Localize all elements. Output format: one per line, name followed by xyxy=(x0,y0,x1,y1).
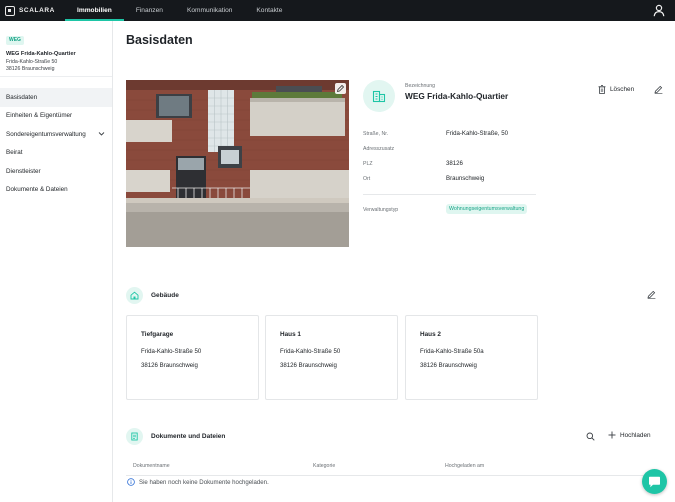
sidebar-item-sondereigentumsverwaltung[interactable]: Sondereigentumsverwaltung xyxy=(0,125,112,144)
building-city: 38126 Braunschweig xyxy=(141,362,198,369)
property-header: WEG WEG Frida-Kahlo-Quartier Frida-Kahlo… xyxy=(0,21,112,77)
building-card-haus-1[interactable]: Haus 1 Frida-Kahlo-Straße 50 38126 Braun… xyxy=(265,315,398,400)
table-header-divider xyxy=(126,475,652,476)
property-city: 38126 Braunschweig xyxy=(6,66,55,72)
edit-gebaeude-icon[interactable] xyxy=(647,290,656,299)
field-value: Frida-Kahlo-Straße, 50 xyxy=(446,130,508,137)
verwaltungstyp-label: Verwaltungstyp xyxy=(363,207,399,213)
field-label: Adresszusatz xyxy=(363,146,395,152)
building-card-haus-2[interactable]: Haus 2 Frida-Kahlo-Straße 50a 38126 Brau… xyxy=(405,315,538,400)
edit-photo-icon[interactable] xyxy=(335,83,346,94)
delete-button[interactable]: Löschen xyxy=(598,85,634,94)
sidebar-item-einheiten[interactable]: Einheiten & Eigentümer xyxy=(0,107,112,126)
building-name: Tiefgarage xyxy=(141,331,174,338)
sidebar-item-basisdaten[interactable]: Basisdaten xyxy=(0,88,112,107)
gebaeude-section-badge xyxy=(126,287,143,304)
gebaeude-section-title: Gebäude xyxy=(151,292,179,299)
verwaltungstyp-badge: Wohnungseigentumsverwaltung xyxy=(446,204,528,214)
building-street: Frida-Kahlo-Straße 50a xyxy=(420,348,484,355)
building-icon xyxy=(372,90,386,103)
empty-state-message: Sie haben noch keine Dokumente hochgelad… xyxy=(139,478,269,486)
brand-logo-link[interactable]: SCALARA xyxy=(5,5,62,16)
page-title: Basisdaten xyxy=(126,33,193,47)
sidebar-item-beirat[interactable]: Beirat xyxy=(0,144,112,163)
main-nav: Immobilien Finanzen Kommunikation Kontak… xyxy=(65,0,294,21)
home-icon xyxy=(130,291,139,300)
top-navigation-bar: SCALARA Immobilien Finanzen Kommunikatio… xyxy=(0,0,675,21)
document-icon xyxy=(131,432,138,441)
building-city: 38126 Braunschweig xyxy=(420,362,477,369)
tab-kontakte[interactable]: Kontakte xyxy=(244,0,294,21)
property-avatar xyxy=(363,80,395,112)
upload-button[interactable]: Hochladen xyxy=(608,431,651,439)
building-name: Haus 1 xyxy=(280,331,301,338)
building-street: Frida-Kahlo-Straße 50 xyxy=(141,348,202,355)
sidebar-item-dokumente[interactable]: Dokumente & Dateien xyxy=(0,181,112,200)
column-header-hochgeladen[interactable]: Hochgeladen am xyxy=(445,463,484,469)
sidebar-menu: Basisdaten Einheiten & Eigentümer Sonder… xyxy=(0,88,112,199)
chat-button[interactable] xyxy=(642,469,667,494)
field-label: Straße, Nr. xyxy=(363,131,389,137)
brand-name: SCALARA xyxy=(19,7,55,14)
property-photo xyxy=(126,80,349,247)
search-icon[interactable] xyxy=(586,432,595,441)
tab-kommunikation[interactable]: Kommunikation xyxy=(175,0,244,21)
column-header-kategorie[interactable]: Kategorie xyxy=(313,463,335,469)
sidebar: WEG WEG Frida-Kahlo-Quartier Frida-Kahlo… xyxy=(0,21,113,502)
tab-immobilien[interactable]: Immobilien xyxy=(65,0,124,21)
divider xyxy=(363,194,536,195)
property-street: Frida-Kahlo-Straße 50 xyxy=(6,58,58,65)
field-label: Ort xyxy=(363,176,371,182)
chevron-down-icon xyxy=(98,132,105,136)
building-name: Haus 2 xyxy=(420,331,441,338)
bezeichnung-label: Bezeichnung xyxy=(405,83,435,89)
tab-finanzen[interactable]: Finanzen xyxy=(124,0,175,21)
scalara-logo-icon xyxy=(5,5,15,16)
field-value: Braunschweig xyxy=(446,175,485,182)
user-icon[interactable] xyxy=(653,4,665,17)
main-content: Basisdaten Bezeichnung WEG Frida-Kahlo-Q… xyxy=(113,21,675,502)
upload-label: Hochladen xyxy=(620,431,651,439)
building-city: 38126 Braunschweig xyxy=(280,362,337,369)
field-label: PLZ xyxy=(363,161,373,167)
building-photo-illustration xyxy=(126,80,349,247)
edit-details-icon[interactable] xyxy=(654,85,663,94)
chat-icon xyxy=(649,476,660,488)
plus-icon xyxy=(608,431,616,439)
bezeichnung-value: WEG Frida-Kahlo-Quartier xyxy=(405,91,509,101)
column-header-dokumentname[interactable]: Dokumentname xyxy=(133,463,170,469)
property-type-badge: WEG xyxy=(6,35,24,45)
info-icon xyxy=(127,478,135,486)
building-card-tiefgarage[interactable]: Tiefgarage Frida-Kahlo-Straße 50 38126 B… xyxy=(126,315,259,400)
dokumente-section-title: Dokumente und Dateien xyxy=(151,433,226,440)
empty-state: Sie haben noch keine Dokumente hochgelad… xyxy=(127,478,269,486)
delete-label: Löschen xyxy=(610,86,635,93)
building-street: Frida-Kahlo-Straße 50 xyxy=(280,348,341,355)
property-name: WEG Frida-Kahlo-Quartier xyxy=(6,51,76,57)
trash-icon xyxy=(598,85,606,94)
field-value: 38126 xyxy=(446,160,463,167)
sidebar-item-dienstleister[interactable]: Dienstleister xyxy=(0,162,112,181)
dokumente-section-badge xyxy=(126,428,143,445)
sidebar-item-label: Sondereigentumsverwaltung xyxy=(6,130,86,138)
